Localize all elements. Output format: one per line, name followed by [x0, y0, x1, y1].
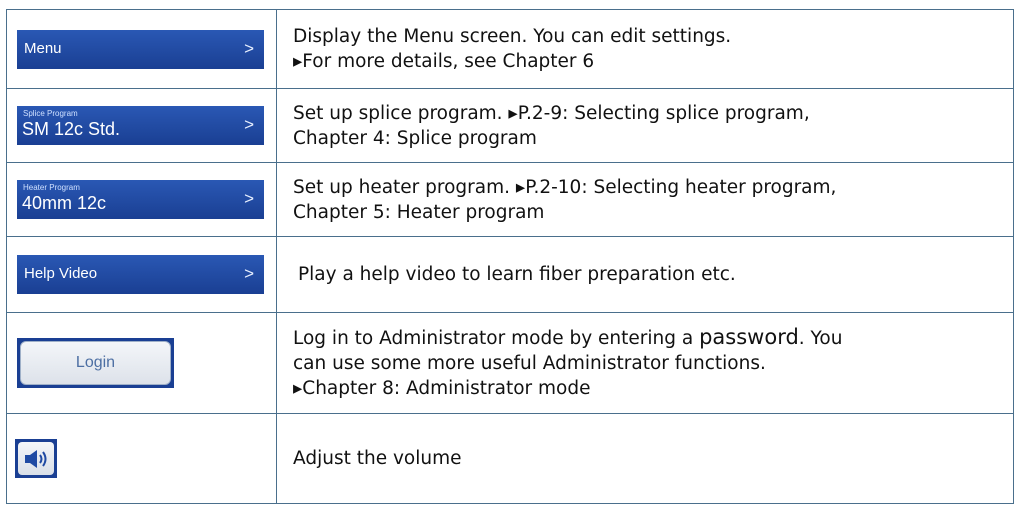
password-word: password: [699, 325, 799, 349]
description-line: can use some more useful Administrator f…: [293, 353, 766, 374]
description-line: ▸Chapter 8: Administrator mode: [293, 378, 591, 399]
description-line: Log in to Administrator mode by entering…: [293, 325, 1007, 351]
description-cell: Log in to Administrator mode by entering…: [276, 312, 1014, 414]
help-video-button-label: Help Video: [24, 265, 98, 282]
speaker-icon: [18, 442, 54, 475]
chevron-right-icon: >: [244, 264, 254, 283]
description-cell: Set up splice program. ▸P.2-9: Selecting…: [276, 88, 1014, 163]
description-line: Set up heater program. ▸P.2-10: Selectin…: [293, 176, 837, 198]
description-line: Chapter 5: Heater program: [293, 201, 545, 223]
heater-program-caption: Heater Program: [23, 183, 80, 192]
description-line: Display the Menu screen. You can edit se…: [293, 26, 732, 47]
button-cell: Menu >: [6, 9, 277, 89]
chevron-right-icon: >: [244, 115, 254, 134]
table-row: Help Video > Play a help video to learn …: [6, 236, 1014, 313]
button-cell: Login: [6, 312, 277, 414]
description-text: Log in to Administrator mode by entering…: [293, 328, 700, 349]
description-text: . You: [798, 328, 843, 349]
button-cell: [6, 413, 277, 504]
table-row: Menu > Display the Menu screen. You can …: [6, 9, 1014, 89]
heater-program-button[interactable]: Heater Program 40mm 12c >: [17, 180, 264, 219]
table-row: Adjust the volume: [6, 413, 1014, 504]
chevron-right-icon: >: [244, 38, 254, 58]
menu-button-label: Menu: [24, 39, 62, 57]
reference-table: Menu > Display the Menu screen. You can …: [6, 9, 1014, 504]
menu-button[interactable]: Menu >: [17, 29, 264, 69]
description-cell: Adjust the volume: [276, 413, 1014, 504]
table-row: Login Log in to Administrator mode by en…: [6, 312, 1014, 414]
table-row: Splice Program SM 12c Std. > Set up spli…: [6, 88, 1014, 163]
splice-program-button[interactable]: Splice Program SM 12c Std. >: [17, 106, 264, 145]
volume-button[interactable]: [15, 439, 57, 478]
heater-program-value: 40mm 12c: [22, 193, 107, 213]
login-button-frame: Login: [17, 338, 174, 388]
description-cell: Display the Menu screen. You can edit se…: [276, 9, 1014, 89]
description-line: Set up splice program. ▸P.2-9: Selecting…: [293, 102, 810, 124]
button-cell: Help Video >: [6, 236, 277, 313]
description-line: Play a help video to learn fiber prepara…: [298, 264, 736, 285]
help-video-button[interactable]: Help Video >: [17, 255, 264, 294]
description-cell: Set up heater program. ▸P.2-10: Selectin…: [276, 162, 1014, 237]
description-line: Chapter 4: Splice program: [293, 127, 537, 149]
button-cell: Heater Program 40mm 12c >: [6, 162, 277, 237]
description-line: ▸For more details, see Chapter 6: [293, 51, 595, 72]
login-button[interactable]: Login: [20, 341, 171, 385]
description-cell: Play a help video to learn fiber prepara…: [276, 236, 1014, 313]
splice-program-value: SM 12c Std.: [22, 119, 121, 139]
chevron-right-icon: >: [244, 189, 254, 208]
button-cell: Splice Program SM 12c Std. >: [6, 88, 277, 163]
table-row: Heater Program 40mm 12c > Set up heater …: [6, 162, 1014, 237]
splice-program-caption: Splice Program: [23, 109, 78, 118]
description-line: Adjust the volume: [293, 448, 462, 469]
